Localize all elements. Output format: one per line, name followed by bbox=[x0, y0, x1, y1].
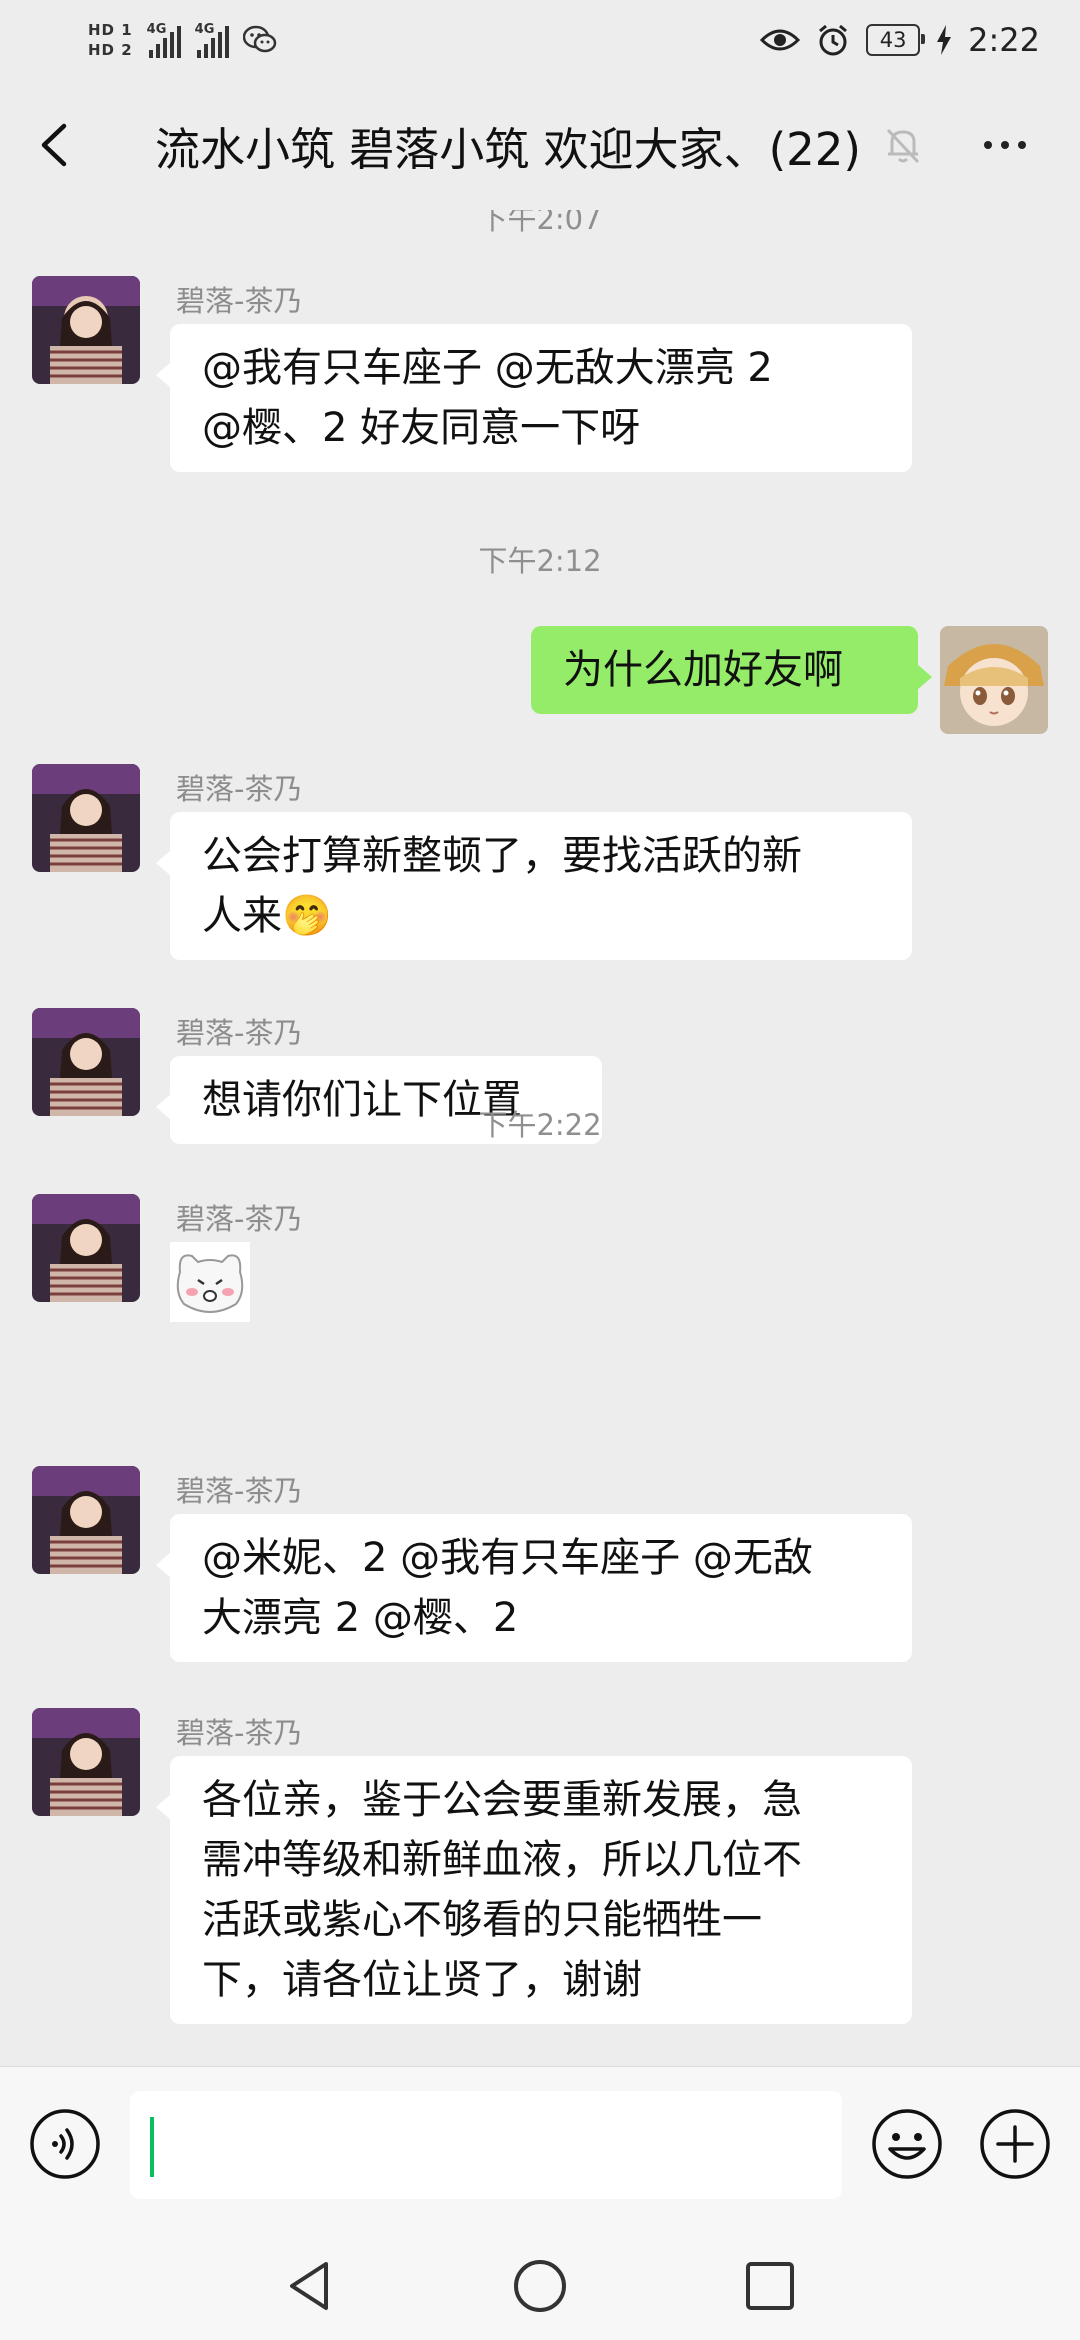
battery-level: 43 bbox=[879, 28, 907, 52]
avatar[interactable] bbox=[32, 764, 140, 872]
signal-icon: 4G bbox=[195, 22, 229, 58]
sender-name: 碧落-茶乃 bbox=[176, 284, 303, 318]
message-line: 活跃或紫心不够看的只能牺牲一 bbox=[202, 1897, 762, 1943]
charging-icon bbox=[937, 25, 952, 55]
emoji-icon bbox=[872, 2109, 942, 2179]
timestamp: 下午2:12 bbox=[478, 544, 602, 578]
my-message-bubble[interactable]: 为什么加好友啊 bbox=[531, 626, 932, 714]
hd1-label: HD 1 bbox=[88, 21, 133, 39]
status-right: 43 2:22 bbox=[760, 10, 1040, 70]
message-bubble[interactable]: @米妮、2 @我有只车座子 @无敌 大漂亮 2 @樱、2 bbox=[156, 1514, 912, 1662]
input-bar bbox=[0, 2066, 1080, 2227]
chat-title: 流水小筑 碧落小筑 欢迎大家、(22) bbox=[155, 123, 861, 176]
avatar[interactable] bbox=[32, 1466, 140, 1574]
avatar[interactable] bbox=[32, 1708, 140, 1816]
message-line: 公会打算新整顿了，要找活跃的新 bbox=[202, 833, 802, 879]
sticker-cat-face-icon[interactable] bbox=[170, 1242, 250, 1322]
status-bar: HD 1 HD 2 4G 4G 43 2:22 bbox=[0, 0, 1080, 80]
avatar[interactable] bbox=[32, 1008, 140, 1116]
text-caret bbox=[150, 2117, 154, 2177]
more-icon bbox=[984, 141, 992, 149]
sender-name: 碧落-茶乃 bbox=[176, 1202, 303, 1236]
timestamp: 下午2:22 bbox=[478, 1108, 602, 1142]
avatar[interactable] bbox=[32, 1194, 140, 1302]
voice-button[interactable] bbox=[28, 2107, 102, 2181]
sender-name: 碧落-茶乃 bbox=[176, 1016, 303, 1050]
sender-name: 碧落-茶乃 bbox=[176, 1716, 303, 1750]
message-input[interactable] bbox=[130, 2091, 842, 2199]
chat-header: 流水小筑 碧落小筑 欢迎大家、(22) bbox=[0, 80, 1080, 210]
message-bubble[interactable]: 公会打算新整顿了，要找活跃的新 人来🤭 bbox=[156, 812, 912, 960]
timestamp-partial: 下午2:07 bbox=[478, 210, 602, 236]
nav-recents-icon[interactable] bbox=[740, 2256, 800, 2316]
sender-name: 碧落-茶乃 bbox=[176, 772, 303, 806]
message-line: @米妮、2 @我有只车座子 @无敌 bbox=[202, 1535, 813, 1581]
message-line: 为什么加好友啊 bbox=[563, 647, 843, 693]
more-functions-button[interactable] bbox=[978, 2107, 1052, 2181]
eye-icon bbox=[760, 29, 801, 51]
message-line: @我有只车座子 @无敌大漂亮 2 bbox=[202, 345, 773, 391]
message-line: 下，请各位让贤了，谢谢 bbox=[202, 1957, 642, 2003]
system-navigation-bar bbox=[0, 2226, 1080, 2340]
hd2-label: HD 2 bbox=[88, 41, 133, 59]
more-button[interactable] bbox=[970, 115, 1040, 175]
nav-back-icon[interactable] bbox=[280, 2256, 340, 2316]
back-button[interactable] bbox=[20, 110, 90, 180]
chat-area[interactable]: 下午2:07 碧落-茶乃 @我有只车座子 @无敌大漂亮 2 @樱、2 好友同意一… bbox=[0, 210, 1080, 2066]
nav-home-icon[interactable] bbox=[510, 2256, 570, 2316]
sender-name: 碧落-茶乃 bbox=[176, 1474, 303, 1508]
back-icon bbox=[41, 123, 67, 167]
avatar[interactable] bbox=[32, 276, 140, 384]
message-line: 需冲等级和新鲜血液，所以几位不 bbox=[202, 1837, 802, 1883]
my-avatar[interactable] bbox=[940, 626, 1048, 734]
mute-bell-icon bbox=[886, 128, 920, 164]
message-line: 各位亲，鉴于公会要重新发展，急 bbox=[202, 1777, 802, 1823]
message-line: @樱、2 好友同意一下呀 bbox=[202, 405, 641, 451]
hd-indicator: HD 1 HD 2 bbox=[88, 22, 133, 58]
status-left: HD 1 HD 2 4G 4G bbox=[88, 12, 277, 68]
signal-icon: 4G bbox=[147, 22, 181, 58]
message-bubble[interactable]: 各位亲，鉴于公会要重新发展，急 需冲等级和新鲜血液，所以几位不 活跃或紫心不够看… bbox=[156, 1756, 912, 2024]
message-line: 大漂亮 2 @樱、2 bbox=[202, 1595, 519, 1641]
alarm-icon bbox=[819, 24, 848, 56]
voice-icon bbox=[30, 2109, 100, 2179]
battery-icon: 43 bbox=[866, 24, 926, 56]
clock: 2:22 bbox=[968, 21, 1040, 59]
message-line: 人来 bbox=[202, 893, 282, 939]
wechat-icon bbox=[242, 25, 276, 53]
laughing-emoji-icon: 🤭 bbox=[282, 893, 332, 939]
plus-icon bbox=[980, 2109, 1050, 2179]
message-bubble[interactable]: @我有只车座子 @无敌大漂亮 2 @樱、2 好友同意一下呀 bbox=[156, 324, 912, 472]
emoji-button[interactable] bbox=[870, 2107, 944, 2181]
